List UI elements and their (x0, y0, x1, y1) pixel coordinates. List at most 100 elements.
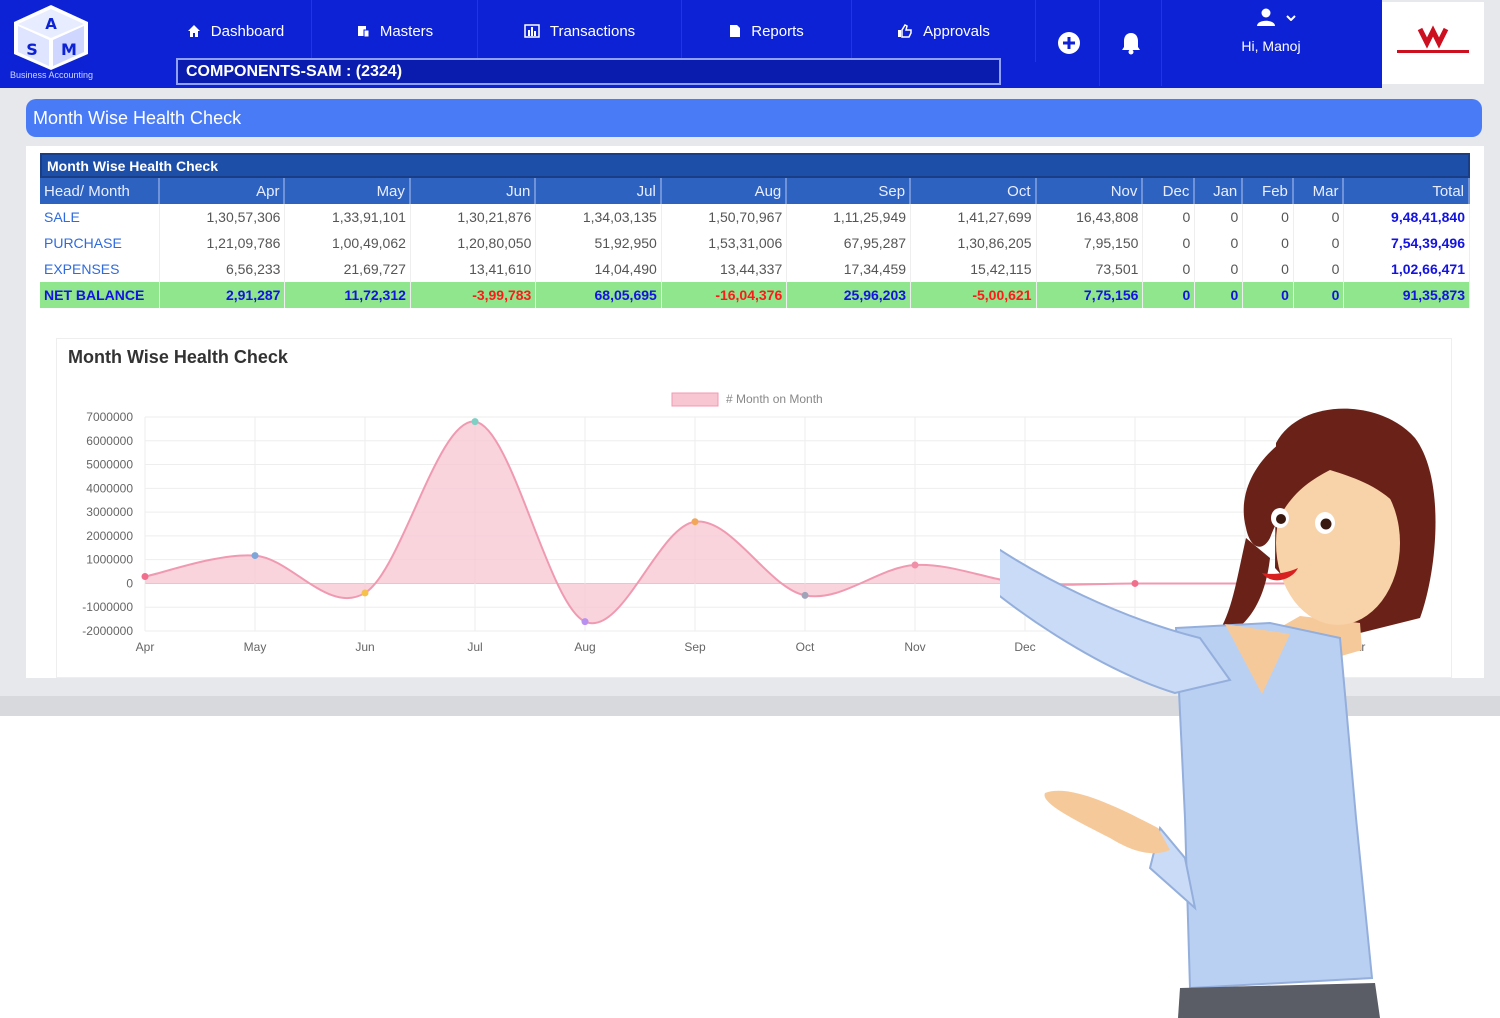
data-point (471, 418, 479, 426)
thumbs-up-icon (898, 24, 912, 38)
table-cell: 11,72,312 (285, 282, 411, 308)
data-point (581, 618, 589, 626)
data-point (911, 561, 919, 569)
table-cell: 0 (1195, 256, 1244, 282)
chart-title: Month Wise Health Check (68, 347, 288, 367)
table-cell: 1,21,09,786 (160, 230, 286, 256)
data-point (361, 589, 369, 597)
row-total: 91,35,873 (1344, 282, 1470, 308)
column-header: Aug (661, 178, 788, 204)
table-cell: 0 (1143, 230, 1196, 256)
table-cell: 14,04,490 (536, 256, 662, 282)
nav-masters[interactable]: Masters (312, 0, 478, 62)
table-cell: 68,05,695 (536, 282, 662, 308)
column-header: Jan (1195, 178, 1244, 204)
y-tick-label: 2000000 (86, 529, 133, 543)
row-label[interactable]: PURCHASE (40, 230, 160, 256)
table-cell: 0 (1243, 282, 1294, 308)
column-header: Sep (787, 178, 912, 204)
nav-transactions[interactable]: Transactions (478, 0, 682, 62)
user-menu[interactable]: Hi, Manoj (1162, 0, 1380, 86)
table-cell: 0 (1143, 204, 1196, 230)
row-label[interactable]: EXPENSES (40, 256, 160, 282)
table-cell: 1,11,25,949 (787, 204, 912, 230)
y-tick-label: 5000000 (86, 458, 133, 472)
nav-dashboard[interactable]: Dashboard (160, 0, 312, 62)
table-cell: -5,00,621 (911, 282, 1037, 308)
x-tick-label: Apr (136, 640, 155, 654)
table-cell: 1,00,49,062 (285, 230, 411, 256)
table-cell: 1,30,57,306 (160, 204, 286, 230)
table-cell: 51,92,950 (536, 230, 662, 256)
table-cell: 7,95,150 (1037, 230, 1144, 256)
table-cell: 17,34,459 (787, 256, 912, 282)
table-cell: 67,95,287 (787, 230, 912, 256)
top-navbar: A S M Business Accounting Dashboard Mast… (0, 0, 1484, 88)
legend-swatch (671, 392, 719, 407)
table-cell: 13,41,610 (411, 256, 537, 282)
bell-icon (1121, 33, 1140, 55)
y-tick-label: 6000000 (86, 434, 133, 448)
x-tick-label: Nov (904, 640, 925, 654)
logo-letter-s: S (26, 40, 38, 59)
notifications-button[interactable] (1100, 0, 1162, 86)
table-cell: 0 (1143, 282, 1196, 308)
table-cell: -3,99,783 (410, 282, 537, 308)
row-label[interactable]: NET BALANCE (40, 282, 160, 308)
brand-tagline: Business Accounting (10, 70, 94, 80)
y-tick-label: 0 (126, 576, 133, 590)
table-cell: 1,41,27,699 (911, 204, 1037, 230)
x-tick-label: Oct (796, 640, 815, 654)
x-tick-label: Jun (355, 640, 374, 654)
nav-reports[interactable]: Reports (682, 0, 852, 62)
nav-approvals-label: Approvals (923, 22, 990, 40)
y-tick-label: -2000000 (82, 624, 133, 638)
table-cell: 0 (1243, 230, 1294, 256)
nav-reports-label: Reports (751, 22, 804, 40)
column-header: Jun (410, 178, 537, 204)
presenter-woman-illustration (1000, 408, 1436, 1018)
table-cell: 1,53,31,006 (662, 230, 788, 256)
table-cell: 0 (1195, 230, 1244, 256)
table-cell: 0 (1294, 256, 1345, 282)
add-button[interactable] (1038, 0, 1100, 86)
x-tick-label: Jul (467, 640, 482, 654)
column-header: Dec (1143, 178, 1196, 204)
table-cell: 0 (1293, 282, 1345, 308)
column-header: Total (1344, 178, 1470, 204)
y-tick-label: 3000000 (86, 505, 133, 519)
data-point (691, 518, 699, 526)
bar-chart-icon (524, 24, 540, 38)
x-tick-label: Aug (574, 640, 595, 654)
legend-label: # Month on Month (726, 392, 823, 406)
row-total: 1,02,66,471 (1344, 256, 1470, 282)
x-tick-label: Sep (684, 640, 706, 654)
y-tick-label: 1000000 (86, 553, 133, 567)
table-row: SALE 1,30,57,306 1,33,91,101 1,30,21,876 1,3… (40, 204, 1470, 230)
table-cell: 25,96,203 (787, 282, 912, 308)
table-cell: 21,69,727 (285, 256, 411, 282)
column-header: Head/ Month (40, 178, 160, 204)
table-cell: 0 (1195, 282, 1244, 308)
chevron-down-icon (1286, 15, 1296, 21)
page-title: Month Wise Health Check (26, 99, 1482, 137)
y-tick-label: 7000000 (86, 410, 133, 424)
user-greeting: Hi, Manoj (1241, 38, 1301, 54)
table-cell: 1,20,80,050 (411, 230, 537, 256)
table-cell: 6,56,233 (160, 256, 286, 282)
user-icon (1257, 8, 1275, 26)
row-label[interactable]: SALE (40, 204, 160, 230)
nav-approvals[interactable]: Approvals (852, 0, 1036, 62)
table-cell: 0 (1294, 204, 1345, 230)
table-cell: 1,34,03,135 (536, 204, 662, 230)
table-cell: 2,91,287 (160, 282, 286, 308)
data-point (141, 573, 149, 581)
logo-letter-m: M (61, 40, 77, 59)
company-selector[interactable]: COMPONENTS-SAM : (2324) (176, 58, 1001, 85)
table-row: EXPENSES 6,56,233 21,69,727 13,41,610 14,04,… (40, 256, 1470, 282)
column-header: Feb (1243, 178, 1294, 204)
table-cell: 1,30,86,205 (911, 230, 1037, 256)
table-cell: 1,33,91,101 (285, 204, 411, 230)
table-cell: -16,04,376 (661, 282, 788, 308)
table-cell: 13,44,337 (662, 256, 788, 282)
